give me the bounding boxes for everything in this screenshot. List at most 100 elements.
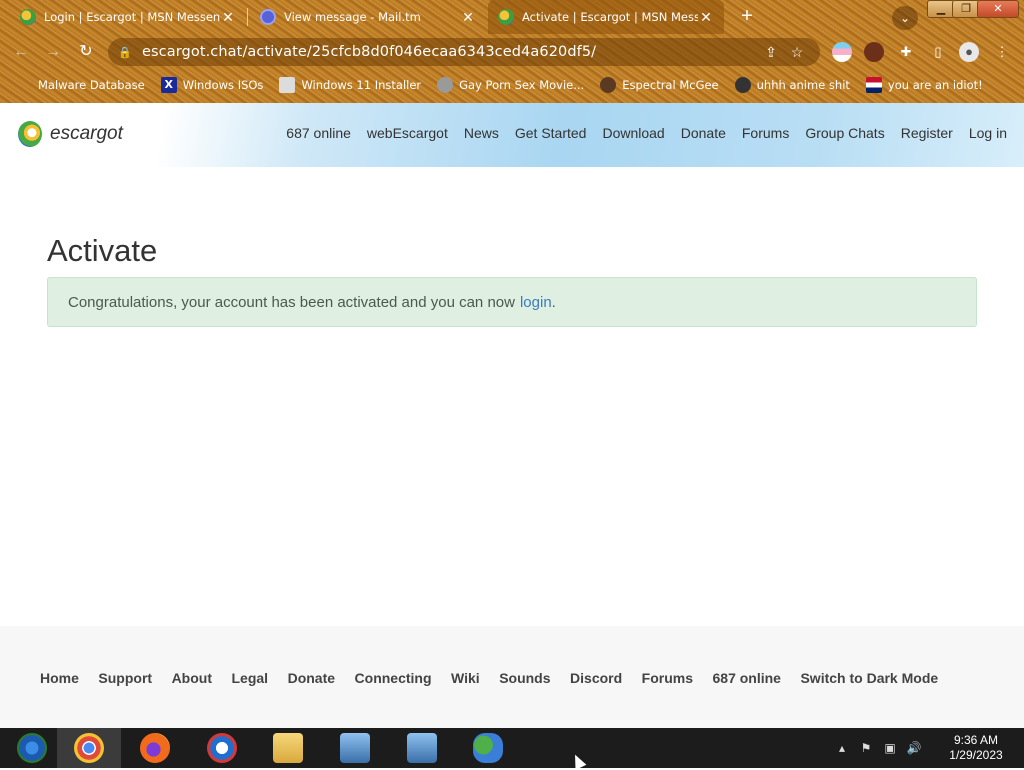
- bookmark-label: uhhh anime shit: [756, 78, 850, 92]
- chrome-icon: [74, 733, 104, 763]
- system-tray: ▴ ⚑ ▣ 🔊 9:36 AM 1/29/2023: [832, 728, 1024, 768]
- clock[interactable]: 9:36 AM 1/29/2023: [928, 733, 1024, 763]
- menu-kebab-icon[interactable]: ⋮: [992, 42, 1012, 62]
- bookmark-item[interactable]: Malware Database: [16, 77, 145, 93]
- close-tab-icon[interactable]: ✕: [698, 9, 714, 26]
- share-icon[interactable]: ⇪: [758, 44, 784, 61]
- site-navbar: escargot 687 online webEscargot News Get…: [0, 103, 1024, 167]
- flag-icon: [865, 77, 882, 93]
- nav-download[interactable]: Download: [602, 125, 664, 141]
- nav-get-started[interactable]: Get Started: [515, 125, 587, 141]
- browser-window: Login | Escargot | MSN Messenger ✕ View …: [0, 0, 1024, 103]
- url-text[interactable]: escargot.chat/activate/25cfcb8d0f046ecaa…: [142, 44, 758, 60]
- show-hidden-icons-icon[interactable]: ▴: [832, 741, 852, 755]
- footer-home[interactable]: Home: [40, 670, 79, 686]
- nav-donate[interactable]: Donate: [681, 125, 726, 141]
- tab-title: Login | Escargot | MSN Messenger: [44, 10, 220, 24]
- nav-forums[interactable]: Forums: [742, 125, 789, 141]
- bookmark-item[interactable]: Windows 11 Installer: [279, 77, 421, 93]
- bookmark-label: Windows 11 Installer: [301, 78, 422, 92]
- nav-links: 687 online webEscargot News Get Started …: [270, 125, 1007, 141]
- bookmark-label: Gay Porn Sex Movie...: [459, 78, 585, 92]
- side-panel-icon[interactable]: ▯: [928, 42, 948, 62]
- extensions-puzzle-icon[interactable]: ✚: [896, 42, 916, 62]
- bookmark-star-icon[interactable]: ☆: [784, 44, 810, 61]
- nav-online-count[interactable]: 687 online: [286, 125, 351, 141]
- footer-support[interactable]: Support: [98, 670, 152, 686]
- taskbar-firefox[interactable]: [123, 728, 187, 768]
- escargot-logo[interactable]: escargot: [18, 121, 123, 147]
- edge-icon: [207, 733, 237, 763]
- tab-mail[interactable]: View message - Mail.tm ✕: [250, 0, 486, 34]
- taskbar-edge[interactable]: [190, 728, 254, 768]
- tab-activate[interactable]: Activate | Escargot | MSN Messenger ✕: [488, 0, 724, 34]
- login-link[interactable]: login: [520, 294, 552, 311]
- bookmark-label: Espectral McGee: [622, 78, 719, 92]
- volume-icon[interactable]: 🔊: [904, 741, 924, 755]
- minimize-button[interactable]: ▁: [927, 0, 955, 18]
- footer-forums[interactable]: Forums: [642, 670, 693, 686]
- clock-date: 1/29/2023: [949, 748, 1003, 762]
- start-button[interactable]: [0, 728, 64, 768]
- close-tab-icon[interactable]: ✕: [220, 9, 236, 26]
- network-icon[interactable]: ▣: [880, 741, 900, 755]
- nav-webescargot[interactable]: webEscargot: [367, 125, 448, 141]
- x-icon: X: [160, 77, 177, 93]
- bookmark-item[interactable]: X Windows ISOs: [160, 77, 264, 93]
- bookmark-item[interactable]: you are an idiot!: [865, 77, 983, 93]
- action-center-flag-icon[interactable]: ⚑: [856, 741, 876, 755]
- new-tab-button[interactable]: +: [734, 5, 760, 29]
- taskbar: ▴ ⚑ ▣ 🔊 9:36 AM 1/29/2023: [0, 728, 1024, 768]
- close-window-button[interactable]: ✕: [977, 0, 1019, 18]
- taskbar-installer-2[interactable]: [390, 728, 454, 768]
- nav-news[interactable]: News: [464, 125, 499, 141]
- reload-button[interactable]: ↻: [73, 40, 99, 64]
- avatar-extension-icon[interactable]: [864, 42, 884, 62]
- nav-group-chats[interactable]: Group Chats: [805, 125, 884, 141]
- escargot-icon: [20, 9, 36, 25]
- forward-button[interactable]: →: [40, 40, 66, 64]
- taskbar-installer-1[interactable]: [323, 728, 387, 768]
- alert-suffix: .: [551, 293, 556, 311]
- profile-icon[interactable]: ●: [959, 42, 979, 62]
- taskbar-messenger[interactable]: [456, 728, 520, 768]
- image-icon: [279, 77, 296, 93]
- nav-log-in[interactable]: Log in: [969, 125, 1007, 141]
- firefox-icon: [140, 733, 170, 763]
- tab-login[interactable]: Login | Escargot | MSN Messenger ✕: [10, 0, 246, 34]
- lock-icon[interactable]: 🔒: [118, 46, 132, 59]
- tab-search-button[interactable]: ⌄: [892, 6, 918, 30]
- address-bar[interactable]: 🔒 escargot.chat/activate/25cfcb8d0f046ec…: [108, 38, 820, 66]
- close-tab-icon[interactable]: ✕: [460, 9, 476, 26]
- footer-online-count[interactable]: 687 online: [713, 670, 781, 686]
- escargot-logo-icon: [18, 121, 42, 147]
- installer-icon: [340, 733, 370, 763]
- trans-flag-extension-icon[interactable]: [832, 42, 852, 62]
- footer-links: Home Support About Legal Donate Connecti…: [40, 670, 958, 686]
- bookmark-item[interactable]: Gay Porn Sex Movie...: [437, 77, 584, 93]
- footer-donate[interactable]: Donate: [288, 670, 335, 686]
- footer-legal[interactable]: Legal: [232, 670, 269, 686]
- tab-strip: Login | Escargot | MSN Messenger ✕ View …: [0, 0, 1024, 34]
- taskbar-file-explorer[interactable]: [256, 728, 320, 768]
- success-alert: Congratulations, your account has been a…: [47, 277, 977, 327]
- taskbar-chrome[interactable]: [57, 728, 121, 768]
- footer-about[interactable]: About: [172, 670, 212, 686]
- installer-icon: [407, 733, 437, 763]
- footer-discord[interactable]: Discord: [570, 670, 622, 686]
- maximize-button[interactable]: ❐: [952, 0, 980, 18]
- footer-dark-mode-toggle[interactable]: Switch to Dark Mode: [800, 670, 938, 686]
- bookmark-item[interactable]: uhhh anime shit: [734, 77, 850, 93]
- start-orb-icon: [17, 733, 47, 763]
- tab-title: Activate | Escargot | MSN Messenger: [522, 10, 698, 24]
- bookmarks-bar: Malware Database X Windows ISOs Windows 1…: [0, 72, 1024, 98]
- bookmark-item[interactable]: Espectral McGee: [600, 77, 719, 93]
- footer-sounds[interactable]: Sounds: [499, 670, 550, 686]
- bookmark-label: Windows ISOs: [182, 78, 264, 92]
- footer-connecting[interactable]: Connecting: [355, 670, 432, 686]
- nav-register[interactable]: Register: [901, 125, 953, 141]
- anime-icon: [734, 77, 751, 93]
- footer-wiki[interactable]: Wiki: [451, 670, 480, 686]
- disc-icon: [437, 77, 454, 93]
- back-button[interactable]: ←: [8, 40, 34, 64]
